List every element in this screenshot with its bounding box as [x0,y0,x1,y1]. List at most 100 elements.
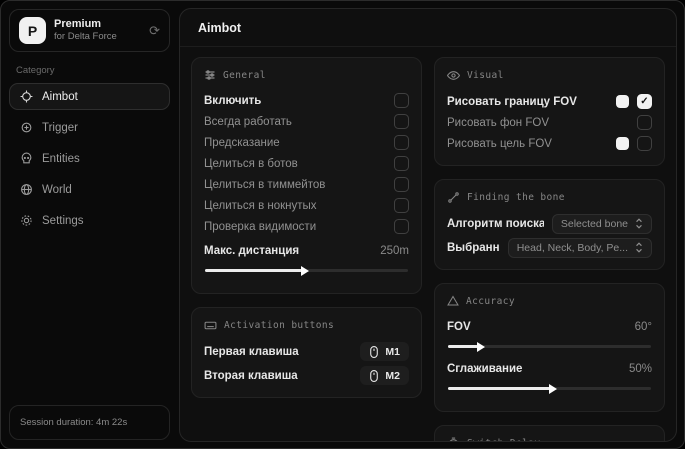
session-duration: Session duration: 4m 22s [9,405,170,440]
sliders-icon [204,69,216,81]
page-title: Aimbot [180,9,676,47]
setting-label: Всегда работать [204,116,292,128]
keybind-value: M1 [385,346,400,358]
setting-row-target-knocked: Целиться в нокнутых [204,195,409,216]
color-swatch[interactable] [616,95,629,108]
checkbox[interactable] [394,219,409,234]
checkbox[interactable] [394,135,409,150]
main-panel: Aimbot General Включить Всегда работать [179,8,677,442]
card-title: Switch Delay [467,438,540,442]
card-activation-buttons: Activation buttons Первая клавиша M1 Вто… [191,307,422,398]
selected-bones-select[interactable]: Head, Neck, Body, Pe... [508,238,652,258]
skull-icon [20,152,33,165]
setting-value: 50% [629,363,652,375]
setting-row-max-distance: Макс. дистанция 250m [204,240,409,261]
setting-row-smoothing: Сглаживание 50% [447,358,652,379]
setting-row-target-teammates: Целиться в тиммейтов [204,174,409,195]
card-accuracy: Accuracy FOV 60° Сглаживание 50% [434,283,665,412]
crosshair-icon [20,90,33,103]
keybind-button[interactable]: M1 [360,342,409,361]
fov-slider[interactable] [448,345,651,348]
sidebar-item-label: Aimbot [42,91,78,103]
sidebar-item-world[interactable]: World [9,176,170,203]
bone-algorithm-select[interactable]: Selected bone [552,214,652,234]
triangle-icon [447,295,459,307]
card-general: General Включить Всегда работать Предска… [191,57,422,294]
setting-row-second-key: Вторая клавиша M2 [204,365,409,386]
card-finding-bone: Finding the bone Алгоритм поиска костей … [434,179,665,270]
setting-row-draw-fov-target: Рисовать цель FOV [447,133,652,154]
setting-label: Макс. дистанция [204,245,299,257]
setting-label: Рисовать фон FOV [447,117,549,129]
card-visual: Visual Рисовать границу FOV Рисовать фон… [434,57,665,166]
keybind-value: M2 [385,370,400,382]
sidebar-item-aimbot[interactable]: Aimbot [9,83,170,110]
setting-label: FOV [447,321,471,333]
chevron-updown-icon [635,218,643,229]
setting-label: Первая клавиша [204,346,299,358]
smoothing-slider[interactable] [448,387,651,390]
sidebar-item-entities[interactable]: Entities [9,145,170,172]
chevron-updown-icon [635,242,643,253]
setting-row-fov: FOV 60° [447,316,652,337]
setting-value: 250m [380,245,409,257]
checkbox[interactable] [394,177,409,192]
setting-label: Сглаживание [447,363,522,375]
select-value: Head, Neck, Body, Pe... [517,242,628,254]
sidebar-item-label: Trigger [42,122,78,134]
gear-icon [20,214,33,227]
max-distance-slider[interactable] [205,269,408,272]
setting-label: Рисовать цель FOV [447,138,552,150]
mouse-icon [369,346,379,358]
bone-icon [447,191,460,204]
setting-label: Рисовать границу FOV [447,96,577,108]
brand-title: Premium [54,18,117,32]
card-switch-delay: Switch Delay Задержка переключения Задер… [434,425,665,442]
card-title: Accuracy [466,296,515,307]
eye-icon [447,69,460,82]
card-title: Finding the bone [467,192,565,203]
setting-row-first-key: Первая клавиша M1 [204,341,409,362]
checkbox[interactable] [394,156,409,171]
trigger-icon [20,121,33,134]
setting-label: Выбранные кости [447,242,500,254]
checkbox[interactable] [637,94,652,109]
checkbox[interactable] [637,115,652,130]
sidebar-item-settings[interactable]: Settings [9,207,170,234]
brand-card: P Premium for Delta Force ⟳ [9,9,170,52]
brand-logo: P [19,17,46,44]
timer-icon [447,437,460,442]
setting-label: Проверка видимости [204,221,316,233]
setting-label: Вторая клавиша [204,370,298,382]
color-swatch[interactable] [616,137,629,150]
setting-row-always-work: Всегда работать [204,111,409,132]
setting-row-visibility-check: Проверка видимости [204,216,409,237]
sidebar-item-trigger[interactable]: Trigger [9,114,170,141]
select-value: Selected bone [561,218,628,230]
brand-subtitle: for Delta Force [54,31,117,43]
setting-label: Целиться в ботов [204,158,298,170]
setting-label: Включить [204,95,261,107]
keyboard-icon [204,319,217,332]
setting-value: 60° [635,321,652,333]
keybind-button[interactable]: M2 [360,366,409,385]
setting-row-target-bots: Целиться в ботов [204,153,409,174]
setting-row-draw-fov-border: Рисовать границу FOV [447,91,652,112]
checkbox[interactable] [394,93,409,108]
sidebar-item-label: Settings [42,215,84,227]
checkbox[interactable] [394,198,409,213]
globe-icon [20,183,33,196]
setting-label: Предсказание [204,137,280,149]
setting-row-selected-bones: Выбранные кости Head, Neck, Body, Pe... [447,237,652,258]
setting-label: Целиться в тиммейтов [204,179,325,191]
setting-row-draw-fov-background: Рисовать фон FOV [447,112,652,133]
mouse-icon [369,370,379,382]
checkbox[interactable] [637,136,652,151]
setting-row-prediction: Предсказание [204,132,409,153]
sidebar-item-label: World [42,184,72,196]
setting-row-bone-algorithm: Алгоритм поиска костей Selected bone [447,213,652,234]
setting-row-enable: Включить [204,90,409,111]
card-title: Visual [467,70,504,81]
sync-icon[interactable]: ⟳ [149,24,160,37]
checkbox[interactable] [394,114,409,129]
